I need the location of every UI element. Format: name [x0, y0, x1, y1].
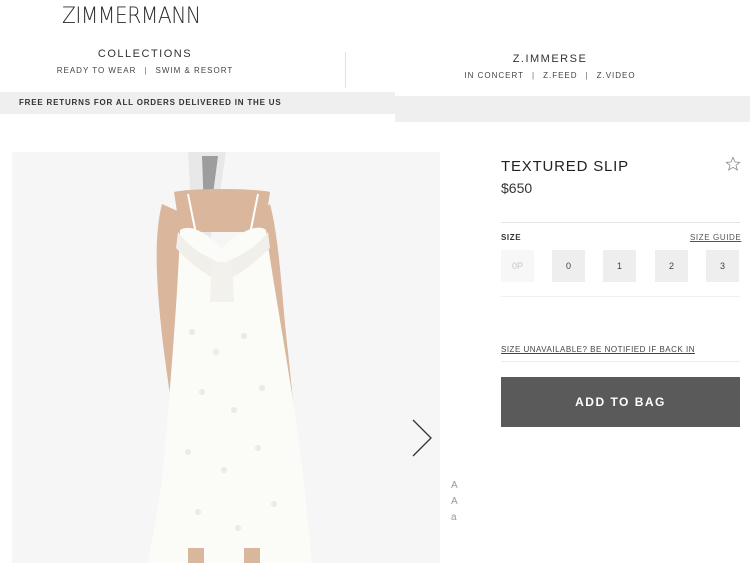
nav-separator: | — [144, 66, 148, 75]
nav-collections-title[interactable]: COLLECTIONS — [40, 48, 250, 60]
nav-link-z-feed[interactable]: Z.FEED — [543, 71, 577, 80]
product-title: TEXTURED SLIP — [501, 158, 629, 175]
edge-glyph: A — [451, 496, 458, 507]
nav-link-swim-resort[interactable]: SWIM & RESORT — [156, 66, 234, 75]
promo-text: FREE RETURNS FOR ALL ORDERS DELIVERED IN… — [19, 98, 282, 107]
promo-bar-extension — [395, 96, 750, 122]
edge-glyphs: A A a — [451, 478, 458, 526]
nav-immerse: Z.IMMERSE IN CONCERT | Z.FEED | Z.VIDEO — [430, 53, 670, 80]
nav-immerse-title[interactable]: Z.IMMERSE — [430, 53, 670, 65]
product-image[interactable] — [12, 152, 440, 563]
nav-collections: COLLECTIONS READY TO WEAR | SWIM & RESOR… — [40, 48, 250, 75]
star-outline-icon[interactable] — [725, 156, 741, 172]
nav-immerse-links: IN CONCERT | Z.FEED | Z.VIDEO — [430, 71, 670, 80]
notify-back-in-stock-link[interactable]: SIZE UNAVAILABLE? BE NOTIFIED IF BACK IN — [501, 345, 695, 354]
nav-collections-links: READY TO WEAR | SWIM & RESORT — [40, 66, 250, 75]
add-to-bag-button[interactable]: ADD TO BAG — [501, 377, 740, 427]
edge-glyph: A — [451, 480, 458, 491]
product-image-illustration — [12, 152, 440, 563]
chevron-right-icon[interactable] — [405, 418, 439, 458]
divider — [501, 361, 740, 362]
nav-link-in-concert[interactable]: IN CONCERT — [464, 71, 524, 80]
size-option-1[interactable]: 1 — [603, 250, 636, 282]
divider — [501, 296, 740, 297]
nav-link-z-video[interactable]: Z.VIDEO — [597, 71, 636, 80]
size-label: SIZE — [501, 233, 522, 242]
nav-link-ready-to-wear[interactable]: READY TO WEAR — [57, 66, 137, 75]
size-option-0[interactable]: 0 — [552, 250, 585, 282]
nav-divider — [345, 52, 346, 88]
size-option-3[interactable]: 3 — [706, 250, 739, 282]
nav-separator: | — [585, 71, 589, 80]
size-option-0p: 0P — [501, 250, 534, 282]
edge-glyph: a — [451, 512, 457, 523]
size-guide-link[interactable]: SIZE GUIDE — [690, 233, 741, 242]
nav-separator: | — [532, 71, 536, 80]
product-price: $650 — [501, 180, 533, 196]
brand-logo[interactable]: ZIMMERMANN — [62, 4, 201, 29]
size-option-2[interactable]: 2 — [655, 250, 688, 282]
divider — [501, 222, 740, 223]
